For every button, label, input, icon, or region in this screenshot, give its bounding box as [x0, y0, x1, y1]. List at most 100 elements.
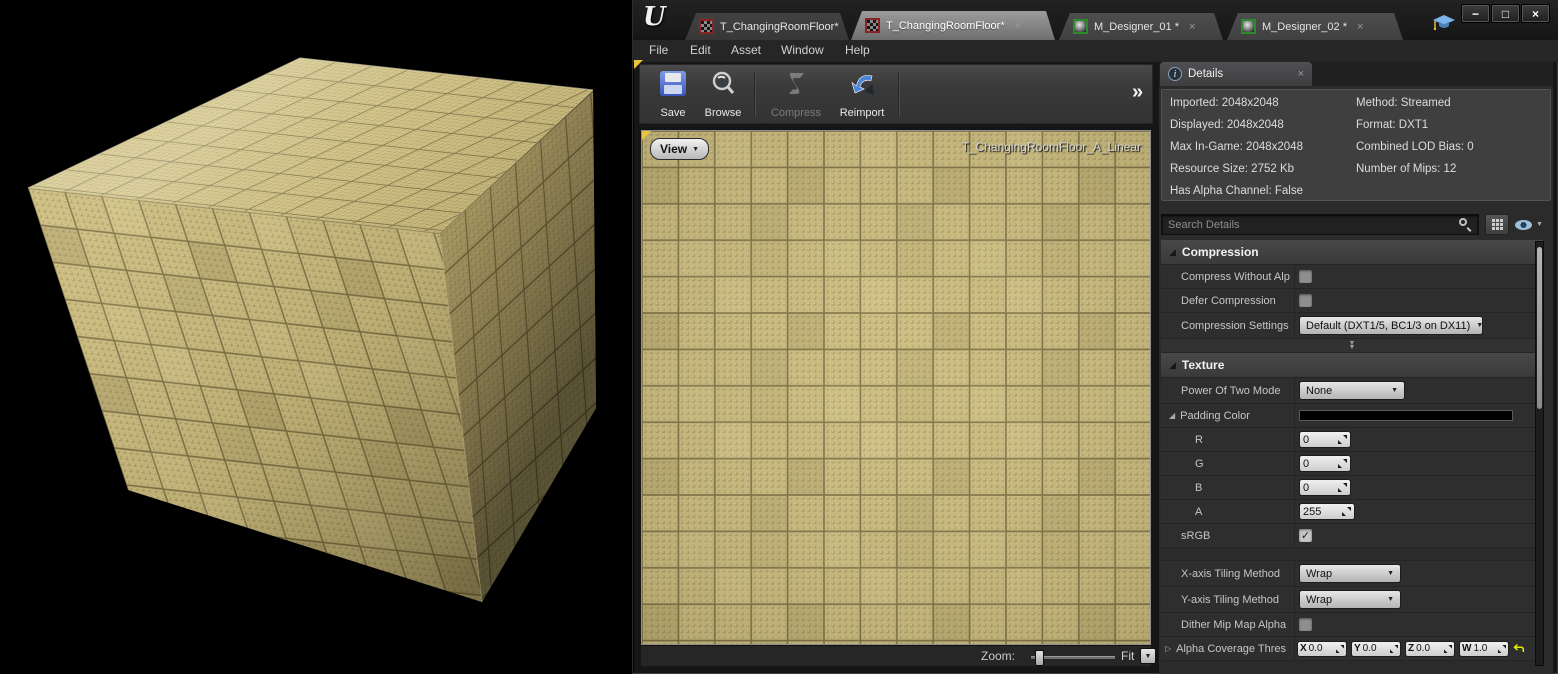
menu-help[interactable]: Help — [845, 43, 870, 57]
alpha-coverage-z-field[interactable]: Z 0.0 — [1405, 641, 1455, 657]
compression-settings-dropdown[interactable]: Default (DXT1/5, BC1/3 on DX11) ▼ — [1299, 316, 1483, 335]
chevron-down-icon: ▼ — [1145, 653, 1152, 660]
tab-m-designer-01[interactable]: M_Designer_01 * × — [1059, 13, 1223, 40]
channel-r-field[interactable]: 0 — [1299, 431, 1351, 448]
minimize-button[interactable]: − — [1461, 4, 1490, 23]
grid-icon — [1492, 219, 1495, 222]
property-matrix-button[interactable] — [1485, 214, 1509, 235]
expand-arrow-icon[interactable]: ◢ — [1169, 411, 1175, 420]
menu-asset[interactable]: Asset — [731, 43, 761, 57]
row-channel-a: A 255 — [1161, 500, 1543, 524]
tab-label: T_ChangingRoomFloor* — [720, 21, 839, 33]
zoom-fit-dropdown[interactable]: ▼ — [1140, 648, 1156, 664]
search-details-input[interactable] — [1161, 214, 1479, 235]
value-slider-icon — [1338, 435, 1347, 444]
texture-name-label: T_ChangingRoomFloor_A_Linear — [962, 140, 1141, 154]
texture-viewport[interactable]: View ▼ T_ChangingRoomFloor_A_Linear — [641, 130, 1151, 645]
tab-t-changingroomfloor-2-active[interactable]: T_ChangingRoomFloor* × — [851, 11, 1055, 40]
tab-close-icon[interactable]: × — [1189, 21, 1195, 33]
tab-label: T_ChangingRoomFloor* — [886, 20, 1005, 32]
details-tab[interactable]: i Details × — [1160, 62, 1312, 86]
texture-asset-icon — [699, 19, 714, 34]
details-scrollbar-thumb[interactable] — [1537, 247, 1542, 409]
row-x-axis-tiling: X-axis Tiling Method Wrap ▼ — [1161, 561, 1543, 587]
section-expanded-icon: ◢ — [1169, 247, 1176, 258]
tab-close-icon[interactable]: × — [849, 21, 855, 33]
chevron-down-icon: ▼ — [1476, 322, 1483, 329]
reimport-button[interactable]: Reimport — [832, 71, 892, 119]
title-bar[interactable]: U T_ChangingRoomFloor* × T_ChangingRoomF… — [633, 0, 1558, 40]
alpha-coverage-w-field[interactable]: W 1.0 — [1459, 641, 1509, 657]
row-power-of-two-mode: Power Of Two Mode None ▼ — [1161, 378, 1543, 404]
browse-button[interactable]: Browse — [696, 71, 750, 119]
toolbar-overflow-chevron[interactable]: » — [1132, 81, 1143, 104]
row-y-axis-tiling: Y-axis Tiling Method Wrap ▼ — [1161, 587, 1543, 613]
tab-close-icon[interactable]: × — [1357, 21, 1363, 33]
save-button[interactable]: Save — [646, 71, 700, 119]
texture-asset-icon — [865, 18, 880, 33]
menu-edit[interactable]: Edit — [690, 43, 711, 57]
row-channel-r: R 0 — [1161, 428, 1543, 452]
view-options-button[interactable]: ▼ — [1515, 216, 1549, 233]
compress-without-alpha-checkbox[interactable] — [1299, 270, 1312, 283]
value-slider-icon — [1336, 645, 1344, 653]
menu-bar: File Edit Asset Window Help — [633, 40, 1558, 62]
info-displayed: Displayed: 2048x2048 — [1170, 119, 1284, 131]
chevron-down-icon: ▼ — [1387, 596, 1394, 603]
menu-window[interactable]: Window — [781, 43, 824, 57]
section-texture[interactable]: ◢ Texture — [1161, 353, 1543, 378]
view-dropdown-button[interactable]: View ▼ — [650, 138, 709, 160]
tutorial-graduation-cap-icon[interactable] — [1431, 12, 1457, 39]
y-axis-tiling-dropdown[interactable]: Wrap ▼ — [1299, 590, 1401, 609]
tab-t-changingroomfloor-1[interactable]: T_ChangingRoomFloor* × — [685, 13, 849, 40]
channel-g-field[interactable]: 0 — [1299, 455, 1351, 472]
details-scrollbar[interactable] — [1535, 241, 1544, 666]
row-defer-compression: Defer Compression — [1161, 289, 1543, 313]
material-asset-icon — [1241, 19, 1256, 34]
compress-clamp-icon — [784, 71, 808, 97]
texture-3d-preview[interactable] — [0, 0, 632, 674]
maximize-button[interactable]: □ — [1491, 4, 1520, 23]
tab-m-designer-02[interactable]: M_Designer_02 * × — [1227, 13, 1403, 40]
advanced-expander[interactable]: ▼ ▼ — [1161, 339, 1543, 353]
details-tab-close-icon[interactable]: × — [1298, 68, 1304, 80]
info-method: Method: Streamed — [1356, 97, 1451, 109]
reset-to-default-icon[interactable] — [1513, 643, 1525, 654]
browse-magnifier-icon — [710, 71, 736, 96]
srgb-checkbox-checked[interactable]: ✓ — [1299, 529, 1312, 542]
close-button[interactable]: × — [1521, 4, 1550, 23]
property-grid: ◢ Compression Compress Without Alp Defer… — [1161, 240, 1543, 668]
power-of-two-mode-dropdown[interactable]: None ▼ — [1299, 381, 1405, 400]
value-slider-icon — [1498, 645, 1506, 653]
zoom-slider[interactable] — [1031, 656, 1115, 659]
channel-b-field[interactable]: 0 — [1299, 479, 1351, 496]
menu-file[interactable]: File — [649, 43, 668, 57]
value-slider-icon — [1390, 645, 1398, 653]
defer-compression-checkbox[interactable] — [1299, 294, 1312, 307]
alpha-coverage-x-field[interactable]: X 0.0 — [1297, 641, 1347, 657]
details-info-icon: i — [1168, 67, 1182, 81]
collapsed-arrow-icon[interactable]: ▷ — [1165, 644, 1171, 653]
screen: U T_ChangingRoomFloor* × T_ChangingRoomF… — [0, 0, 1558, 674]
tab-close-icon[interactable]: × — [1015, 20, 1021, 32]
zoom-slider-thumb[interactable] — [1035, 650, 1044, 666]
texture-editor-window: U T_ChangingRoomFloor* × T_ChangingRoomF… — [632, 0, 1558, 674]
toolbar-separator — [898, 73, 900, 117]
row-srgb: sRGB ✓ — [1161, 524, 1543, 548]
tab-label: M_Designer_01 * — [1094, 21, 1179, 33]
chevron-down-icon: ▼ — [1387, 570, 1394, 577]
active-panel-corner-flag — [634, 60, 643, 69]
texture-info-box: Imported: 2048x2048 Displayed: 2048x2048… — [1161, 89, 1551, 201]
x-axis-tiling-dropdown[interactable]: Wrap ▼ — [1299, 564, 1401, 583]
section-compression[interactable]: ◢ Compression — [1161, 240, 1543, 265]
value-slider-icon — [1338, 483, 1347, 492]
alpha-coverage-y-field[interactable]: Y 0.0 — [1351, 641, 1401, 657]
dither-mip-map-alpha-checkbox[interactable] — [1299, 618, 1312, 631]
channel-a-field[interactable]: 255 — [1299, 503, 1355, 520]
row-channel-b: B 0 — [1161, 476, 1543, 500]
padding-color-swatch[interactable] — [1299, 410, 1513, 421]
material-asset-icon — [1073, 19, 1088, 34]
info-imported: Imported: 2048x2048 — [1170, 97, 1279, 109]
info-resource-size: Resource Size: 2752 Kb — [1170, 163, 1294, 175]
chevron-down-icon: ▼ — [1536, 221, 1543, 228]
